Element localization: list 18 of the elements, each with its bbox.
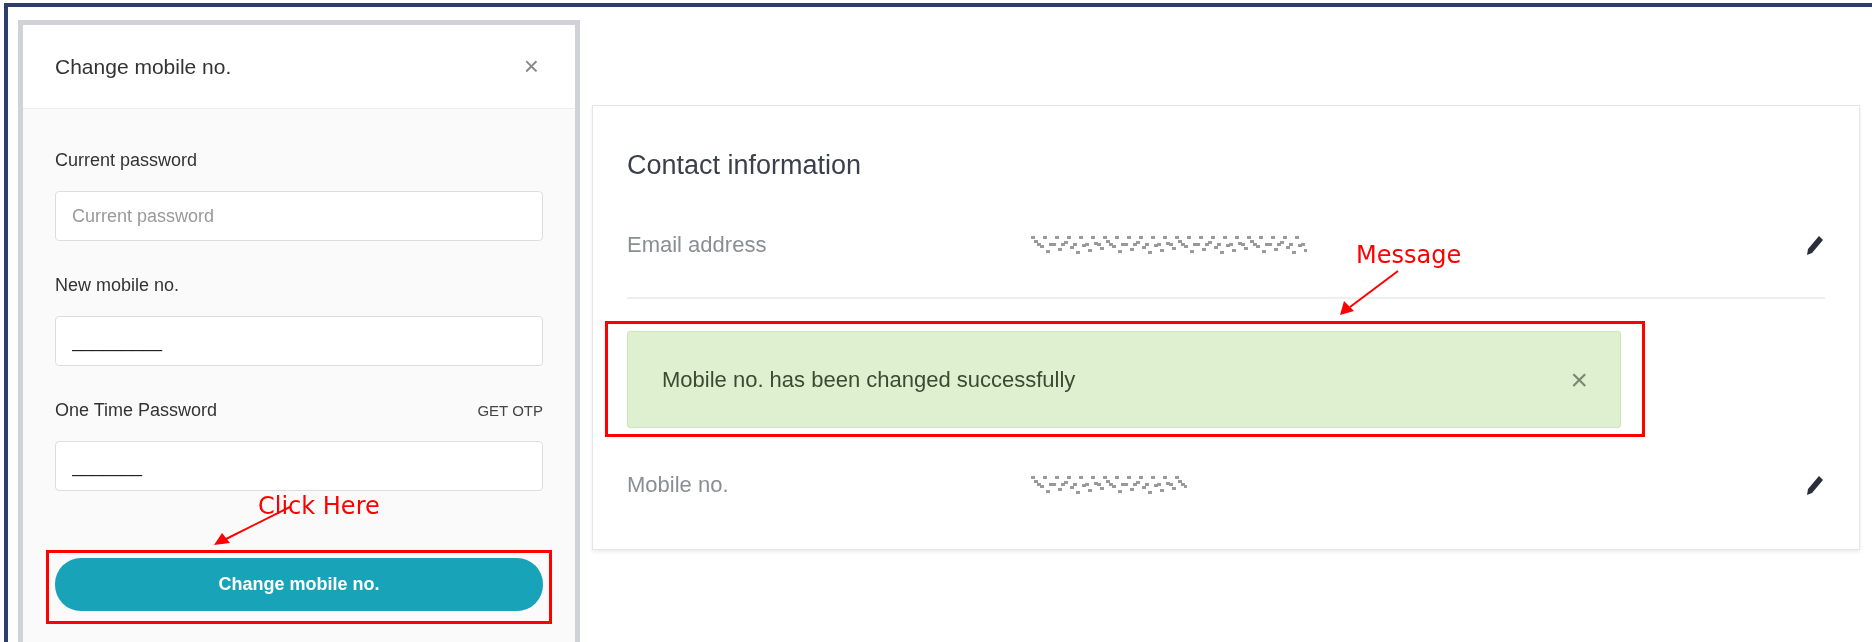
card-title: Contact information (627, 150, 863, 181)
edit-icon[interactable] (1805, 234, 1825, 256)
input-field[interactable]: Current password (55, 191, 543, 241)
row-label: Mobile no. (627, 472, 730, 498)
row-label: Email address (627, 232, 768, 258)
input-field[interactable]: _________ (55, 316, 543, 366)
annotation-label: Click Here (258, 492, 380, 520)
field-label: One Time Password (55, 399, 218, 421)
message-text: Mobile no. has been changed successfully (662, 366, 1076, 393)
dialog-title: Change mobile no. (55, 54, 232, 79)
leader-line (1338, 269, 1400, 317)
get-otp-button[interactable]: GET OTP (477, 401, 543, 419)
field-label: Current password (55, 149, 198, 171)
field-label: New mobile no. (55, 274, 180, 296)
close-button[interactable]: × (523, 51, 539, 82)
edit-icon[interactable] (1805, 474, 1825, 496)
annotation-label: Message (1356, 241, 1462, 269)
input-field[interactable]: _______ (55, 441, 543, 491)
